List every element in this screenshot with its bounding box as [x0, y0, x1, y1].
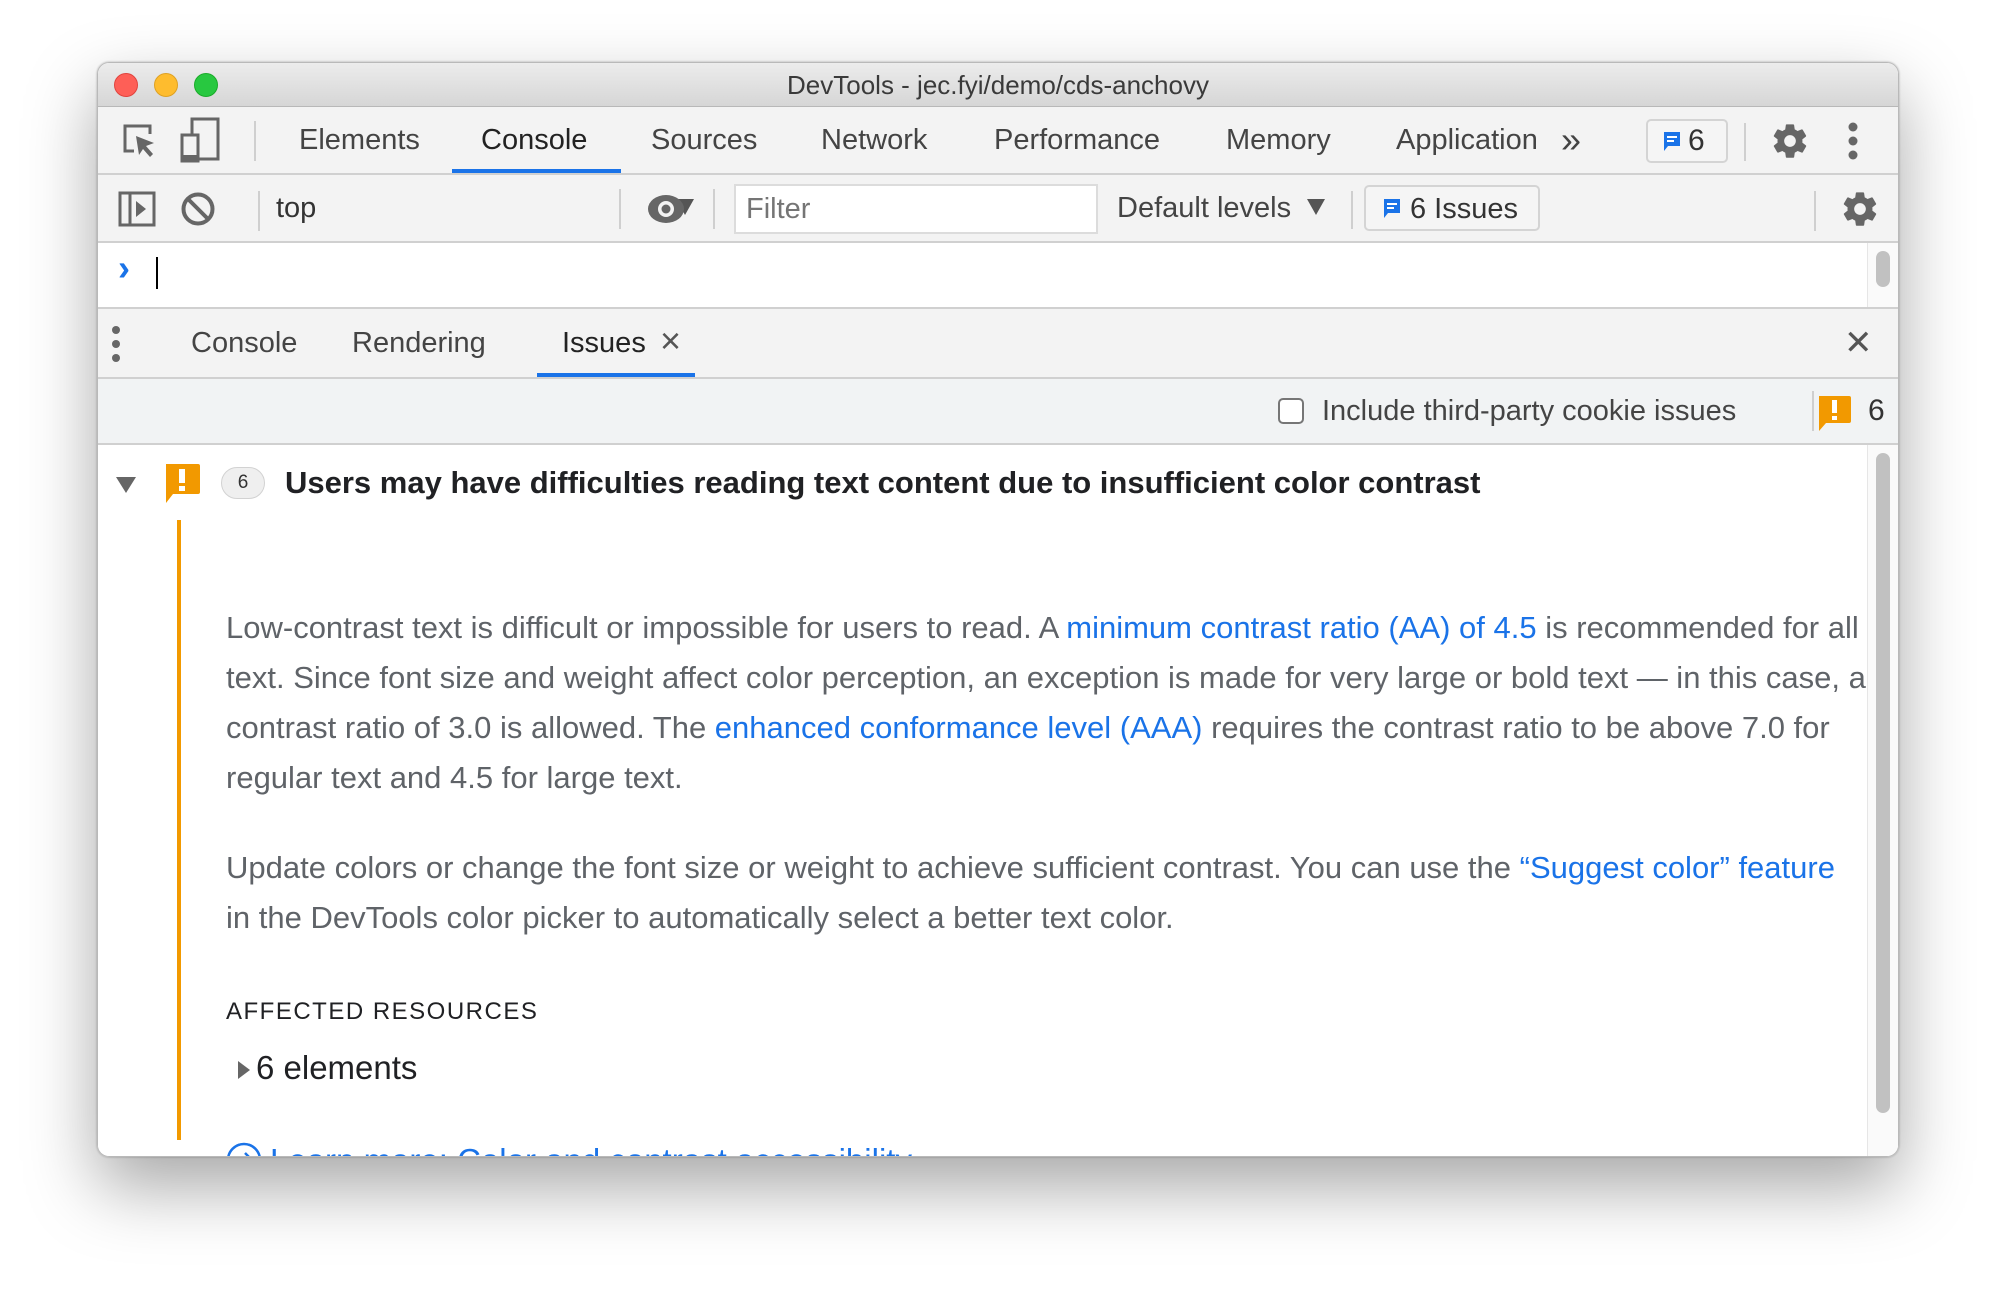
issue-accent-bar	[177, 520, 181, 1140]
title-bar: DevTools - jec.fyi/demo/cds-anchovy	[98, 63, 1898, 107]
prompt-chevron-icon: ›	[118, 247, 130, 288]
message-icon	[1384, 199, 1400, 218]
toolbar-separator	[619, 189, 621, 229]
third-party-cookie-label[interactable]: Include third-party cookie issues	[1322, 379, 1736, 443]
inspect-cursor-icon	[123, 124, 154, 157]
prompt-scrollbar[interactable]	[1867, 243, 1898, 307]
tab-network[interactable]: Network	[821, 107, 927, 173]
suggest-color-link[interactable]: “Suggest color” feature	[1520, 850, 1835, 885]
affected-elements-label: 6 elements	[256, 1049, 418, 1086]
more-options-button[interactable]	[1846, 121, 1860, 161]
tab-sources[interactable]: Sources	[651, 107, 757, 173]
learn-more-link[interactable]: Learn more: Color and contrast accessibi…	[226, 1142, 912, 1156]
issues-button[interactable]: 6 Issues	[1364, 185, 1540, 231]
issue-suggestion: Update colors or change the font size or…	[226, 843, 1846, 943]
affected-elements-toggle[interactable]: 6 elements	[238, 1049, 417, 1087]
warning-icon	[166, 464, 200, 503]
issues-content: 6 Users may have difficulties reading te…	[98, 445, 1898, 1156]
warning-icon	[1819, 396, 1851, 431]
settings-button[interactable]	[1770, 121, 1810, 161]
description-text: Low-contrast text is difficult or imposs…	[226, 610, 1067, 645]
arrow-circle-right-icon	[227, 1142, 261, 1156]
issues-counter-value: 6	[1688, 124, 1705, 157]
tab-performance[interactable]: Performance	[994, 107, 1160, 173]
drawer-tab-console[interactable]: Console	[191, 309, 297, 377]
issue-description: Low-contrast text is difficult or imposs…	[226, 603, 1866, 803]
collapsed-triangle-icon	[238, 1061, 250, 1080]
affected-resources-heading: AFFECTED RESOURCES	[226, 998, 539, 1025]
toolbar-separator	[254, 121, 256, 161]
eye-icon	[648, 195, 684, 223]
vertical-dots-icon	[112, 326, 120, 362]
suggestion-text: Update colors or change the font size or…	[226, 850, 1520, 885]
more-tabs-button[interactable]: »	[1561, 107, 1581, 173]
expand-triangle-icon	[116, 477, 136, 493]
drawer-tab-issues[interactable]: Issues	[562, 309, 646, 377]
third-party-cookie-checkbox[interactable]	[1278, 398, 1304, 424]
text-cursor	[156, 257, 158, 289]
issues-scrollbar[interactable]	[1867, 445, 1898, 1156]
aaa-conformance-link[interactable]: enhanced conformance level (AAA)	[715, 710, 1203, 745]
aa-contrast-link[interactable]: minimum contrast ratio (AA) of 4.5	[1066, 610, 1536, 645]
issues-button-label: 6 Issues	[1410, 193, 1518, 225]
console-toolbar: top Default levels 6 Issues	[98, 175, 1898, 243]
scrollbar-thumb[interactable]	[1876, 453, 1890, 1113]
drawer-menu-button[interactable]	[109, 325, 123, 363]
issues-counter-button[interactable]: 6	[1646, 119, 1728, 163]
close-drawer-button[interactable]: ✕	[1844, 321, 1873, 365]
warning-count: 6	[1868, 394, 1885, 427]
drawer-tab-bar: Console Rendering Issues × ✕	[98, 309, 1898, 379]
learn-more-label: Learn more: Color and contrast accessibi…	[270, 1142, 912, 1156]
active-drawer-tab-indicator	[537, 373, 695, 377]
tab-memory[interactable]: Memory	[1226, 107, 1331, 173]
inspect-element-button[interactable]	[120, 121, 160, 161]
log-levels-select[interactable]: Default levels	[1117, 175, 1327, 241]
console-settings-button[interactable]	[1840, 189, 1880, 229]
suggestion-text: in the DevTools color picker to automati…	[226, 900, 1174, 935]
issue-count-badge: 6	[221, 467, 265, 499]
clear-console-button[interactable]	[180, 191, 216, 227]
scrollbar-thumb[interactable]	[1876, 251, 1890, 287]
vertical-dots-icon	[1848, 122, 1858, 160]
tab-elements[interactable]: Elements	[299, 107, 420, 173]
message-icon	[1664, 132, 1680, 151]
issue-header[interactable]: 6 Users may have difficulties reading te…	[98, 445, 1868, 521]
live-expression-button[interactable]	[646, 191, 686, 227]
tab-application[interactable]: Application	[1396, 107, 1538, 173]
tab-console[interactable]: Console	[481, 107, 587, 173]
main-toolbar: Elements Console Sources Network Perform…	[98, 107, 1898, 175]
context-select-value: top	[276, 192, 317, 224]
dropdown-arrow-icon	[1307, 199, 1325, 215]
toolbar-separator	[1351, 191, 1353, 229]
block-icon	[181, 192, 215, 226]
close-issues-tab-button[interactable]: ×	[660, 309, 681, 373]
log-levels-value: Default levels	[1117, 192, 1292, 224]
toolbar-separator	[258, 191, 260, 231]
console-prompt[interactable]: ›	[98, 243, 1898, 309]
window-title: DevTools - jec.fyi/demo/cds-anchovy	[787, 70, 1209, 100]
issues-toolbar: Include third-party cookie issues 6	[98, 379, 1898, 445]
filter-input[interactable]	[734, 184, 1098, 234]
gear-icon	[1773, 124, 1807, 158]
toolbar-separator	[713, 189, 715, 229]
sidebar-toggle-icon	[118, 191, 156, 227]
device-toolbar-button[interactable]	[180, 117, 222, 165]
toolbar-separator	[1744, 123, 1746, 161]
show-sidebar-button[interactable]	[118, 191, 156, 227]
gear-icon	[1843, 192, 1877, 226]
active-tab-indicator	[452, 169, 621, 173]
devtools-window: DevTools - jec.fyi/demo/cds-anchovy Elem…	[97, 62, 1899, 1157]
drawer-tab-rendering[interactable]: Rendering	[352, 309, 486, 377]
issue-title: Users may have difficulties reading text…	[285, 465, 1481, 500]
device-mode-icon	[180, 117, 220, 163]
toolbar-separator	[1814, 191, 1816, 231]
